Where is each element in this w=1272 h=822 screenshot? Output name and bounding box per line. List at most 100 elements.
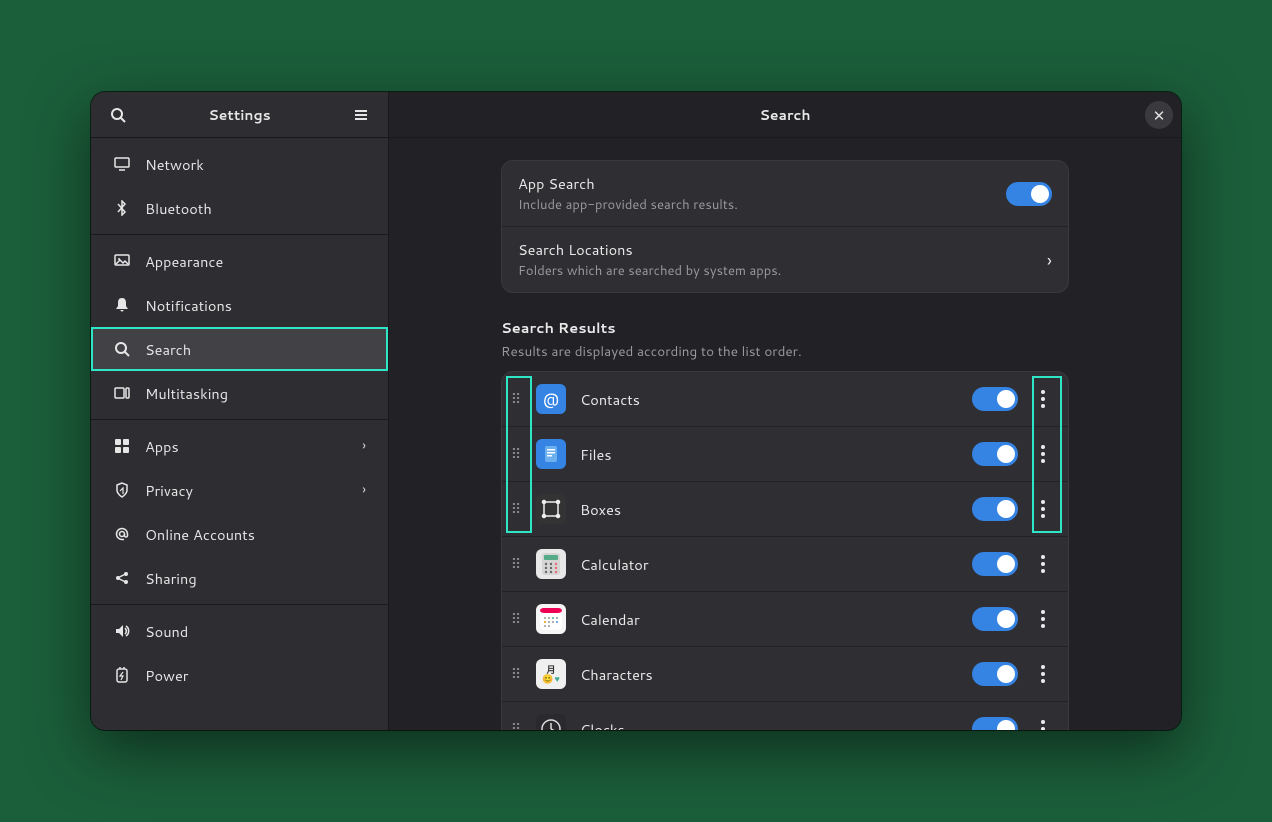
result-menu-button[interactable]	[1026, 597, 1060, 641]
result-menu-button[interactable]	[1026, 487, 1060, 531]
kebab-icon	[1041, 390, 1045, 408]
search-icon	[110, 107, 126, 123]
search-locations-title: Search Locations	[518, 239, 1047, 260]
content: App Search Include app-provided search r…	[389, 138, 1181, 730]
sidebar-header: Settings	[91, 92, 388, 138]
main-panel: Search ✕ App Search Include app-provided…	[389, 92, 1181, 730]
chevron-right-icon: ›	[362, 481, 366, 499]
result-menu-button[interactable]	[1026, 542, 1060, 586]
result-menu-button[interactable]	[1026, 707, 1060, 730]
sidebar-item-multitasking[interactable]: Multitasking	[91, 371, 388, 415]
app-search-toggle[interactable]	[1006, 182, 1052, 206]
search-locations-row[interactable]: Search Locations Folders which are searc…	[502, 227, 1068, 292]
bell-icon	[113, 296, 131, 314]
multitasking-icon	[113, 384, 131, 402]
search-icon	[113, 340, 131, 358]
clocks-icon	[536, 714, 566, 730]
privacy-icon	[113, 481, 131, 499]
separator	[91, 419, 388, 420]
kebab-icon	[1041, 720, 1045, 730]
drag-handle[interactable]: ⠿	[502, 537, 532, 591]
result-row-characters: ⠿ 月😊♥ Characters	[502, 647, 1068, 702]
drag-handle[interactable]: ⠿	[502, 647, 532, 701]
share-icon	[113, 569, 131, 587]
sidebar-item-label: Search	[145, 339, 191, 360]
bluetooth-icon	[113, 199, 131, 217]
sidebar-item-label: Privacy	[145, 480, 193, 501]
result-toggle[interactable]	[972, 497, 1018, 521]
drag-handle[interactable]: ⠿	[502, 592, 532, 646]
files-icon	[536, 439, 566, 469]
sidebar-item-search[interactable]: Search	[91, 327, 388, 371]
result-toggle[interactable]	[972, 717, 1018, 730]
sidebar-item-sharing[interactable]: Sharing	[91, 556, 388, 600]
drag-handle[interactable]: ⠿	[502, 702, 532, 730]
sidebar-item-sound[interactable]: Sound	[91, 609, 388, 653]
top-settings-card: App Search Include app-provided search r…	[501, 160, 1069, 293]
sidebar-item-online-accounts[interactable]: Online Accounts	[91, 512, 388, 556]
characters-icon: 月😊♥	[536, 659, 566, 689]
page-title: Search	[759, 105, 810, 125]
drag-icon: ⠿	[511, 444, 523, 464]
result-row-calculator: ⠿ Calculator	[502, 537, 1068, 592]
drag-icon: ⠿	[511, 554, 523, 574]
result-row-boxes: ⠿ Boxes	[502, 482, 1068, 537]
separator	[91, 234, 388, 235]
calendar-icon	[536, 604, 566, 634]
result-label: Contacts	[580, 389, 972, 410]
chevron-right-icon: ›	[1047, 247, 1052, 273]
kebab-icon	[1041, 665, 1045, 683]
result-menu-button[interactable]	[1026, 377, 1060, 421]
sidebar-item-network[interactable]: Network	[91, 142, 388, 186]
sidebar-item-label: Sharing	[145, 568, 197, 589]
result-label: Boxes	[580, 499, 972, 520]
sidebar-item-label: Appearance	[145, 251, 223, 272]
sidebar-item-notifications[interactable]: Notifications	[91, 283, 388, 327]
main-header: Search ✕	[389, 92, 1181, 138]
search-results-subtitle: Results are displayed according to the l…	[501, 342, 1069, 361]
result-menu-button[interactable]	[1026, 652, 1060, 696]
sidebar-item-label: Bluetooth	[145, 198, 212, 219]
power-icon	[113, 666, 131, 684]
sidebar: Settings Network Bluetooth Appearance	[91, 92, 389, 730]
result-label: Characters	[580, 664, 972, 685]
sidebar-item-privacy[interactable]: Privacy ›	[91, 468, 388, 512]
app-search-subtitle: Include app-provided search results.	[518, 196, 1006, 214]
sidebar-item-apps[interactable]: Apps ›	[91, 424, 388, 468]
sidebar-item-appearance[interactable]: Appearance	[91, 239, 388, 283]
drag-handle[interactable]: ⠿	[502, 427, 532, 481]
close-button[interactable]: ✕	[1145, 101, 1173, 129]
drag-icon: ⠿	[511, 664, 523, 684]
sidebar-search-button[interactable]	[103, 100, 133, 130]
calculator-icon	[536, 549, 566, 579]
sidebar-item-label: Apps	[145, 436, 179, 457]
result-toggle[interactable]	[972, 387, 1018, 411]
result-toggle[interactable]	[972, 552, 1018, 576]
search-results-title: Search Results	[501, 317, 1069, 338]
appearance-icon	[113, 252, 131, 270]
app-search-title: App Search	[518, 173, 1006, 194]
result-label: Calendar	[580, 609, 972, 630]
result-toggle[interactable]	[972, 662, 1018, 686]
hamburger-button[interactable]	[346, 100, 376, 130]
drag-handle[interactable]: ⠿	[502, 372, 532, 426]
at-icon	[113, 525, 131, 543]
drag-handle[interactable]: ⠿	[502, 482, 532, 536]
sidebar-item-label: Sound	[145, 621, 188, 642]
kebab-icon	[1041, 555, 1045, 573]
result-label: Clocks	[580, 719, 972, 731]
result-toggle[interactable]	[972, 607, 1018, 631]
sidebar-item-power[interactable]: Power	[91, 653, 388, 697]
result-menu-button[interactable]	[1026, 432, 1060, 476]
separator	[91, 604, 388, 605]
search-results-header: Search Results Results are displayed acc…	[501, 317, 1069, 361]
display-icon	[113, 155, 131, 173]
search-results-list: ⠿ @ Contacts ⠿ Files ⠿ Boxes	[501, 371, 1069, 730]
search-locations-subtitle: Folders which are searched by system app…	[518, 262, 1047, 280]
sidebar-item-label: Online Accounts	[145, 524, 255, 545]
kebab-icon	[1041, 445, 1045, 463]
result-row-calendar: ⠿ Calendar	[502, 592, 1068, 647]
sidebar-item-bluetooth[interactable]: Bluetooth	[91, 186, 388, 230]
result-row-clocks: ⠿ Clocks	[502, 702, 1068, 730]
result-toggle[interactable]	[972, 442, 1018, 466]
